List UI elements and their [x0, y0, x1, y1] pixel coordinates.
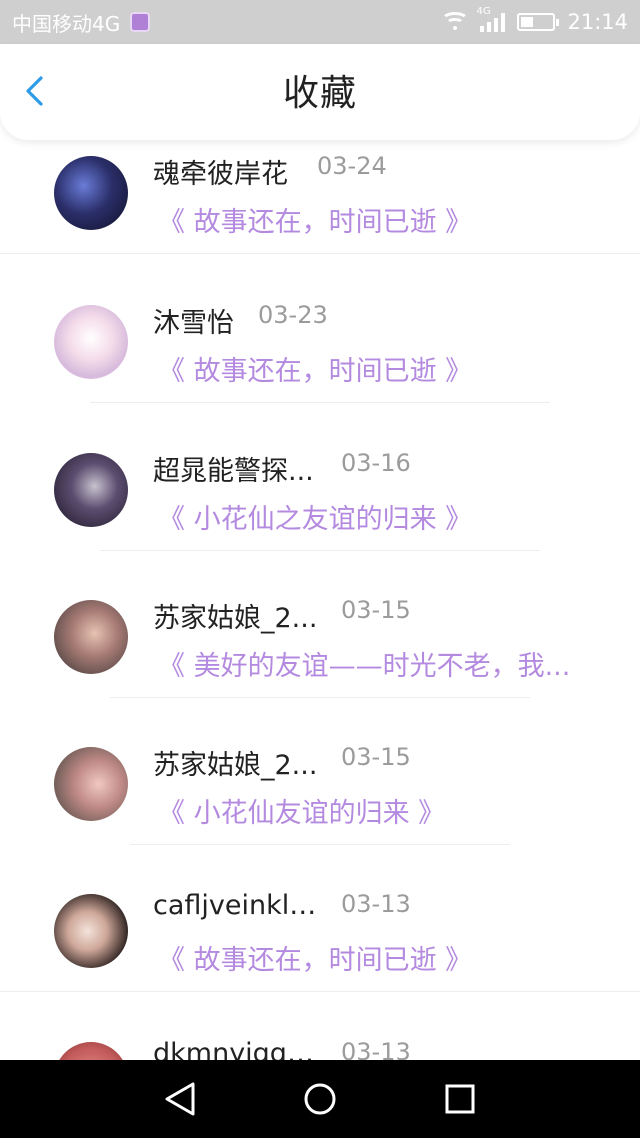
author-name[interactable]: 沐雪怡: [153, 301, 234, 340]
list-item[interactable]: cafljveinkld... 03-13 《 故事还在，时间已逝 》: [0, 878, 640, 1026]
nav-home-button[interactable]: [290, 1069, 350, 1129]
system-nav-bar: [0, 1060, 640, 1138]
home-circle-icon: [304, 1083, 336, 1115]
nav-recents-button[interactable]: [430, 1069, 490, 1129]
date-label: 03-13: [341, 890, 411, 918]
avatar[interactable]: [54, 747, 128, 821]
work-title-link[interactable]: 《 小花仙之友谊的归来 》: [158, 497, 472, 536]
network-type-label: 4G: [476, 6, 491, 17]
list-item[interactable]: 超晁能警探... 03-16 《 小花仙之友谊的归来 》: [0, 437, 640, 585]
work-title-link[interactable]: 《 故事还在，时间已逝 》: [158, 200, 472, 239]
carrier-label: 中国移动4G: [12, 11, 121, 36]
author-name[interactable]: dkmnyigge...: [153, 1038, 328, 1060]
date-label: 03-13: [341, 1038, 411, 1060]
author-name[interactable]: cafljveinkld...: [153, 890, 328, 921]
battery-icon: [517, 13, 560, 31]
divider: [0, 253, 640, 254]
avatar[interactable]: [54, 894, 128, 968]
wifi-icon: [441, 12, 470, 32]
divider: [110, 697, 530, 698]
date-label: 03-24: [317, 152, 387, 180]
back-triangle-icon: [165, 1082, 195, 1116]
work-title-link[interactable]: 《 美好的友谊——时光不老，我...: [158, 644, 570, 683]
divider: [0, 991, 640, 992]
nav-back-button[interactable]: [150, 1069, 210, 1129]
avatar[interactable]: [54, 1042, 128, 1060]
gallery-notification-icon: [130, 12, 151, 32]
divider: [100, 550, 540, 551]
date-label: 03-15: [341, 596, 411, 624]
signal-icon: 4G: [476, 6, 506, 32]
list-item[interactable]: 苏家姑娘_2... 03-15 《 小花仙友谊的归来 》: [0, 731, 640, 879]
status-bar: 中国移动4G 4G 21:14: [0, 0, 640, 44]
list-item[interactable]: 苏家姑娘_2... 03-15 《 美好的友谊——时光不老，我...: [0, 584, 640, 732]
author-name[interactable]: 超晁能警探...: [153, 449, 314, 488]
avatar[interactable]: [54, 453, 128, 527]
divider: [90, 402, 550, 403]
work-title-link[interactable]: 《 故事还在，时间已逝 》: [158, 349, 472, 388]
avatar[interactable]: [54, 156, 128, 230]
list-item[interactable]: 魂牵彼岸花 03-24 《 故事还在，时间已逝 》: [0, 140, 640, 288]
work-title-link[interactable]: 《 故事还在，时间已逝 》: [158, 938, 472, 977]
favorites-list[interactable]: 魂牵彼岸花 03-24 《 故事还在，时间已逝 》 沐雪怡 03-23 《 故事…: [0, 140, 640, 1060]
recents-square-icon: [445, 1084, 475, 1114]
list-item[interactable]: dkmnyigge... 03-13: [0, 1026, 640, 1060]
author-name[interactable]: 苏家姑娘_2...: [153, 596, 317, 635]
author-name[interactable]: 魂牵彼岸花: [153, 152, 288, 191]
header: 收藏: [0, 44, 640, 140]
avatar[interactable]: [54, 305, 128, 379]
divider: [130, 844, 510, 845]
work-title-link[interactable]: 《 小花仙友谊的归来 》: [158, 791, 445, 830]
author-name[interactable]: 苏家姑娘_2...: [153, 743, 317, 782]
page-title: 收藏: [282, 73, 357, 114]
date-label: 03-16: [341, 449, 411, 477]
date-label: 03-23: [258, 301, 328, 329]
avatar[interactable]: [54, 600, 128, 674]
list-item[interactable]: 沐雪怡 03-23 《 故事还在，时间已逝 》: [0, 289, 640, 437]
date-label: 03-15: [341, 743, 411, 771]
clock: 21:14: [567, 10, 628, 34]
